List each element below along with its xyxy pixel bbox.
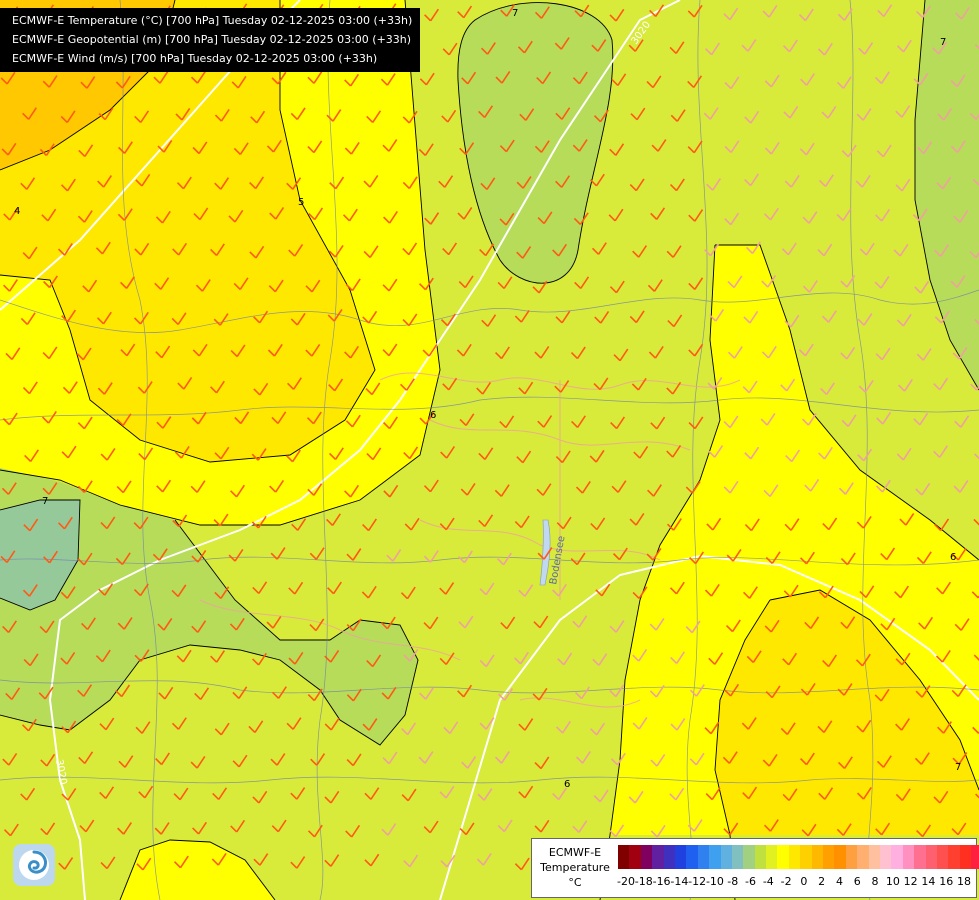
legend-swatch bbox=[640, 845, 653, 869]
legend-swatch bbox=[766, 845, 778, 869]
legend-swatch bbox=[754, 845, 767, 869]
isotherm-label: 6 bbox=[430, 410, 436, 421]
isotherm-label: 6 bbox=[950, 552, 956, 563]
title-temperature: ECMWF-E Temperature (°C) [700 hPa] Tuesd… bbox=[12, 14, 413, 27]
legend-tick: -16 bbox=[652, 875, 671, 888]
legend-swatch bbox=[709, 845, 721, 869]
legend-swatch bbox=[902, 845, 915, 869]
legend-swatch bbox=[674, 845, 687, 869]
legend-swatch bbox=[663, 845, 675, 869]
isotherm-label: 7 bbox=[42, 496, 48, 507]
isotherm-label: 6 bbox=[564, 779, 570, 790]
legend-swatch bbox=[811, 845, 824, 869]
legend-swatch bbox=[800, 845, 812, 869]
legend-title-line: ECMWF-E bbox=[548, 846, 602, 859]
legend-swatch bbox=[686, 845, 698, 869]
legend-tick-labels: -20 -18 -16 -14 -12 -10 -8 -6 -4 -2 0 2 4 6 8 10 12 14 16 1… bbox=[617, 875, 972, 891]
legend-swatch bbox=[731, 845, 744, 869]
legend-tick: 18 bbox=[957, 875, 971, 888]
legend-swatch bbox=[845, 845, 858, 869]
legend-tick: 0 bbox=[800, 875, 808, 888]
legend-tick: 16 bbox=[939, 875, 954, 888]
legend-tick: -18 bbox=[634, 875, 653, 888]
legend-tick: -4 bbox=[762, 875, 774, 888]
legend-swatch bbox=[914, 845, 926, 869]
legend-color-scale bbox=[618, 845, 979, 869]
isotherm-label: 5 bbox=[298, 197, 304, 208]
legend-swatch bbox=[857, 845, 869, 869]
legend-tick: 12 bbox=[903, 875, 918, 888]
legend-tick: -12 bbox=[688, 875, 707, 888]
weather-map[interactable]: Bodensee 7 7 4 5 6 6 6 7 7 3020 3020 bbox=[0, 0, 979, 900]
legend-swatch bbox=[959, 845, 972, 869]
title-geopotential: ECMWF-E Geopotential (m) [700 hPa] Tuesd… bbox=[12, 33, 412, 46]
map-title-box: ECMWF-E Temperature (°C) [700 hPa] Tuesd… bbox=[0, 8, 421, 72]
legend-swatch bbox=[971, 845, 979, 869]
title-wind: ECMWF-E Wind (m/s) [700 hPa] Tuesday 02-… bbox=[12, 52, 378, 65]
temperature-legend: ECMWF-E Temperature °C -20 -18 -16 -14 -12 -1… bbox=[531, 838, 979, 898]
legend-tick: -6 bbox=[745, 875, 756, 888]
isotherm-label: 7 bbox=[955, 762, 961, 773]
legend-swatch bbox=[777, 845, 789, 869]
legend-swatch bbox=[788, 845, 801, 869]
legend-swatch bbox=[618, 845, 630, 869]
legend-tick: -10 bbox=[705, 875, 724, 888]
legend-tick: -14 bbox=[670, 875, 689, 888]
legend-swatch bbox=[697, 845, 710, 869]
legend-swatch bbox=[629, 845, 641, 869]
legend-swatch bbox=[868, 845, 880, 869]
legend-swatch bbox=[879, 845, 892, 869]
legend-swatch bbox=[925, 845, 937, 869]
legend-swatch bbox=[743, 845, 755, 869]
legend-tick: -20 bbox=[617, 875, 635, 888]
legend-swatch bbox=[936, 845, 949, 869]
legend-tick: 10 bbox=[885, 875, 900, 888]
legend-swatch bbox=[891, 845, 903, 869]
legend-title-line: °C bbox=[568, 876, 582, 889]
legend-swatch bbox=[948, 845, 960, 869]
legend-tick: 2 bbox=[818, 875, 826, 888]
isotherm-label: 7 bbox=[940, 37, 946, 48]
legend-tick: 6 bbox=[853, 875, 861, 888]
isotherm-label: 4 bbox=[14, 206, 20, 217]
legend-tick: 14 bbox=[921, 875, 936, 888]
legend-swatch bbox=[720, 845, 732, 869]
legend-swatch bbox=[834, 845, 846, 869]
ecmwf-logo-icon bbox=[13, 844, 55, 886]
legend-tick: -2 bbox=[780, 875, 792, 888]
legend-title: ECMWF-E Temperature °C bbox=[536, 845, 614, 890]
legend-tick: 8 bbox=[871, 875, 879, 888]
legend-tick: 4 bbox=[835, 875, 843, 888]
legend-tick: -8 bbox=[727, 875, 739, 888]
legend-swatch bbox=[652, 845, 664, 869]
legend-title-line: Temperature bbox=[540, 861, 610, 874]
legend-swatch bbox=[823, 845, 835, 869]
isotherm-label: 7 bbox=[512, 8, 518, 19]
